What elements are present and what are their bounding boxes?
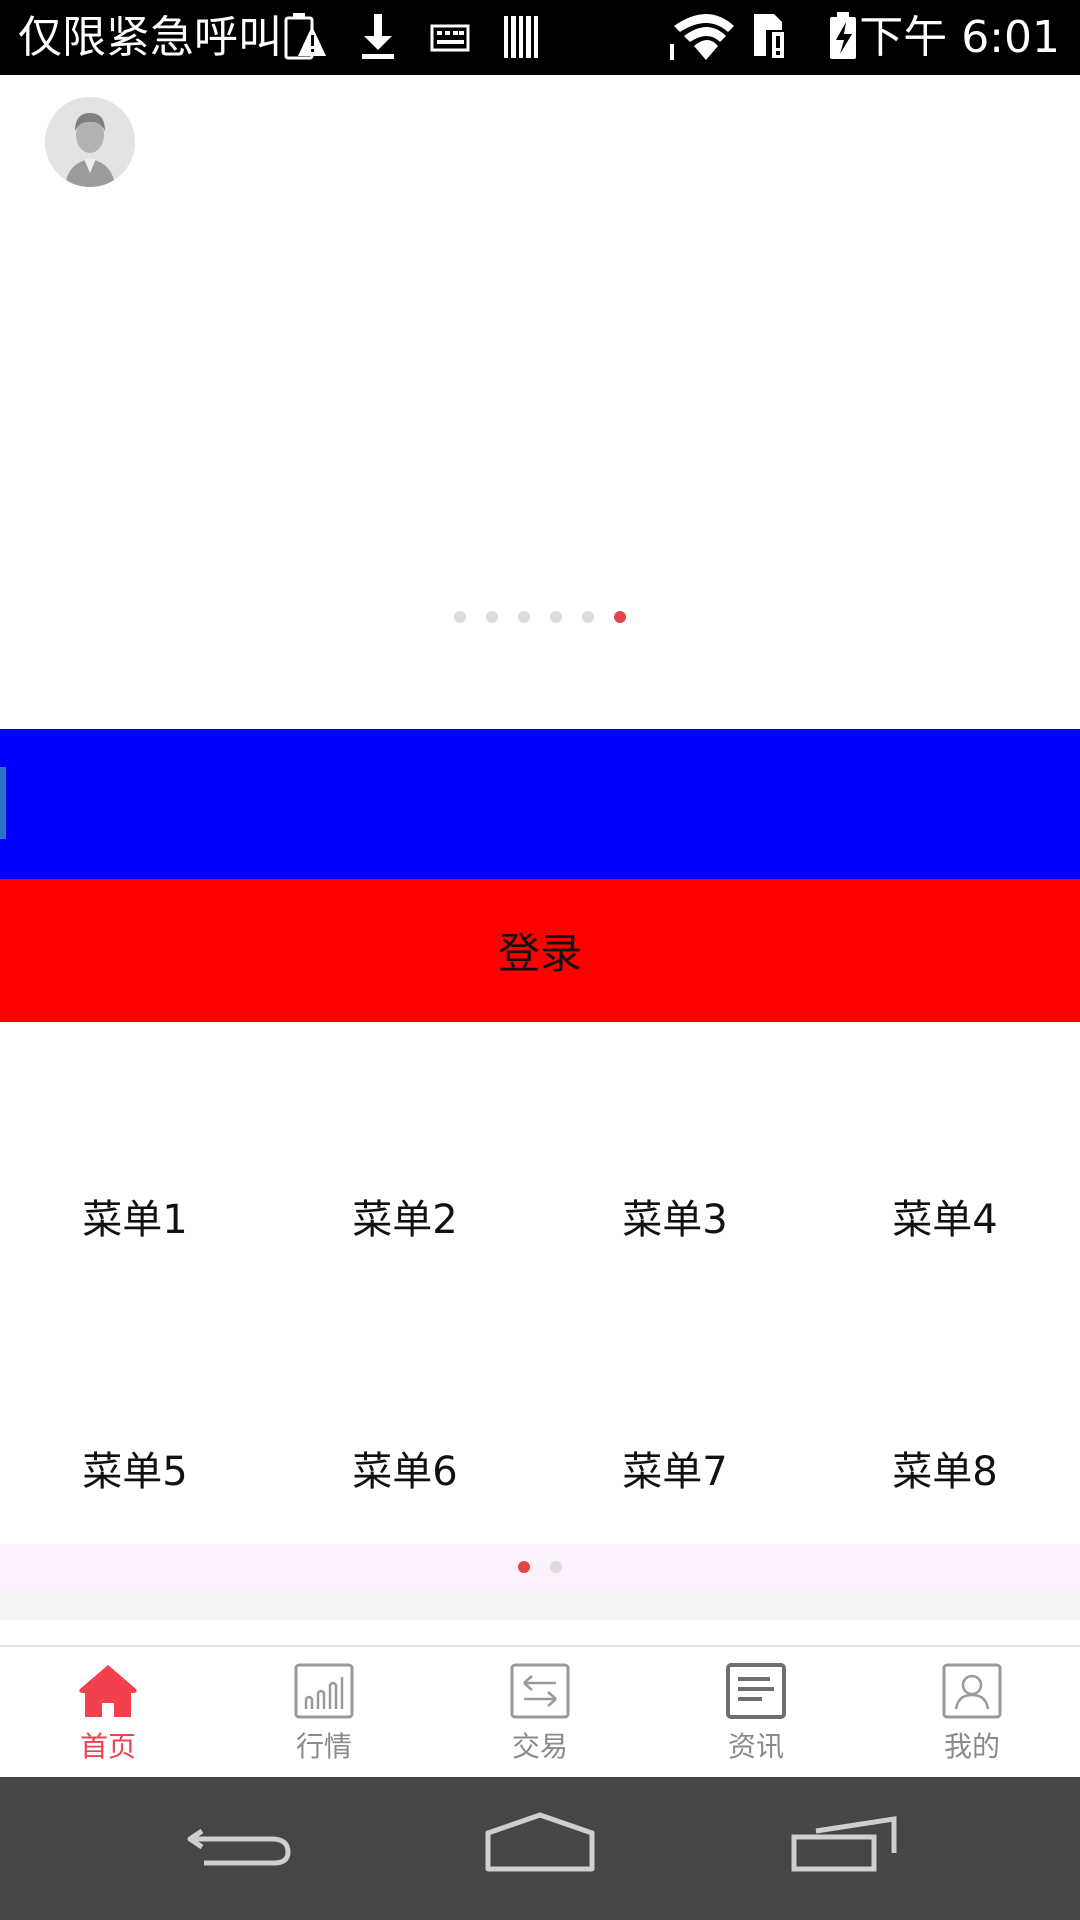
page-dot[interactable] bbox=[518, 611, 530, 623]
tab-label: 首页 bbox=[79, 1730, 136, 1763]
download-icon bbox=[356, 10, 400, 68]
battery-alert-icon bbox=[282, 10, 328, 68]
menu-item-8[interactable]: 菜单8 bbox=[810, 1442, 1080, 1502]
tab-home[interactable]: 首页 bbox=[0, 1647, 216, 1777]
tab-label: 资讯 bbox=[727, 1730, 784, 1763]
page-dot[interactable] bbox=[582, 611, 594, 623]
profile-icon bbox=[942, 1663, 1002, 1719]
status-time: 下午 6:01 bbox=[859, 12, 1060, 63]
page-dot-active[interactable] bbox=[614, 611, 626, 623]
home-icon bbox=[78, 1663, 138, 1719]
page-dot[interactable] bbox=[550, 611, 562, 623]
blue-input-strip[interactable] bbox=[0, 729, 1080, 879]
menu-row: 菜单5 菜单6 菜单7 菜单8 bbox=[0, 1442, 1080, 1502]
login-button-label: 登录 bbox=[497, 929, 582, 978]
tab-label: 行情 bbox=[295, 1730, 352, 1763]
menu-grid: 菜单1 菜单2 菜单3 菜单4 菜单5 菜单6 菜单7 菜单8 bbox=[0, 1022, 1080, 1544]
menu-item-2[interactable]: 菜单2 bbox=[270, 1190, 540, 1250]
bottom-tab-bar: 首页 行情 交易 资讯 我的 bbox=[0, 1647, 1080, 1777]
home-nav-icon[interactable] bbox=[480, 1807, 600, 1887]
tab-label: 我的 bbox=[943, 1730, 1000, 1763]
menu-page-indicator bbox=[0, 1544, 1080, 1590]
banner-carousel[interactable] bbox=[0, 75, 1080, 729]
tab-profile[interactable]: 我的 bbox=[864, 1647, 1080, 1777]
avatar-placeholder-icon bbox=[45, 97, 135, 187]
barcode-icon bbox=[500, 10, 544, 68]
page-dot[interactable] bbox=[486, 611, 498, 623]
back-icon[interactable] bbox=[180, 1807, 300, 1887]
menu-item-4[interactable]: 菜单4 bbox=[810, 1190, 1080, 1250]
menu-item-1[interactable]: 菜单1 bbox=[0, 1190, 270, 1250]
recent-apps-icon[interactable] bbox=[786, 1807, 906, 1887]
news-icon bbox=[726, 1663, 786, 1719]
menu-item-7[interactable]: 菜单7 bbox=[540, 1442, 810, 1502]
page-dot[interactable] bbox=[454, 611, 466, 623]
menu-row: 菜单1 菜单2 菜单3 菜单4 bbox=[0, 1190, 1080, 1250]
menu-item-6[interactable]: 菜单6 bbox=[270, 1442, 540, 1502]
status-bar: 仅限紧急呼叫 下午 6:01 bbox=[0, 0, 1080, 75]
tab-market[interactable]: 行情 bbox=[216, 1647, 432, 1777]
page-dot[interactable] bbox=[550, 1561, 562, 1573]
trade-exchange-icon bbox=[510, 1663, 570, 1719]
page-dot-active[interactable] bbox=[518, 1561, 530, 1573]
text-cursor bbox=[0, 767, 6, 839]
avatar[interactable] bbox=[45, 97, 135, 187]
keyboard-icon bbox=[428, 10, 472, 68]
menu-item-5[interactable]: 菜单5 bbox=[0, 1442, 270, 1502]
sim-alert-icon bbox=[748, 10, 792, 68]
system-navigation-bar bbox=[0, 1777, 1080, 1920]
carrier-status-text: 仅限紧急呼叫 bbox=[18, 12, 282, 63]
login-button[interactable]: 登录 bbox=[0, 879, 1080, 1022]
tab-label: 交易 bbox=[511, 1730, 568, 1763]
tab-news[interactable]: 资讯 bbox=[648, 1647, 864, 1777]
market-chart-icon bbox=[294, 1663, 354, 1719]
banner-page-indicator bbox=[0, 611, 1080, 623]
wifi-icon bbox=[668, 10, 738, 68]
battery-charging-icon bbox=[826, 10, 862, 68]
section-spacer bbox=[0, 1590, 1080, 1620]
tab-trade[interactable]: 交易 bbox=[432, 1647, 648, 1777]
menu-item-3[interactable]: 菜单3 bbox=[540, 1190, 810, 1250]
